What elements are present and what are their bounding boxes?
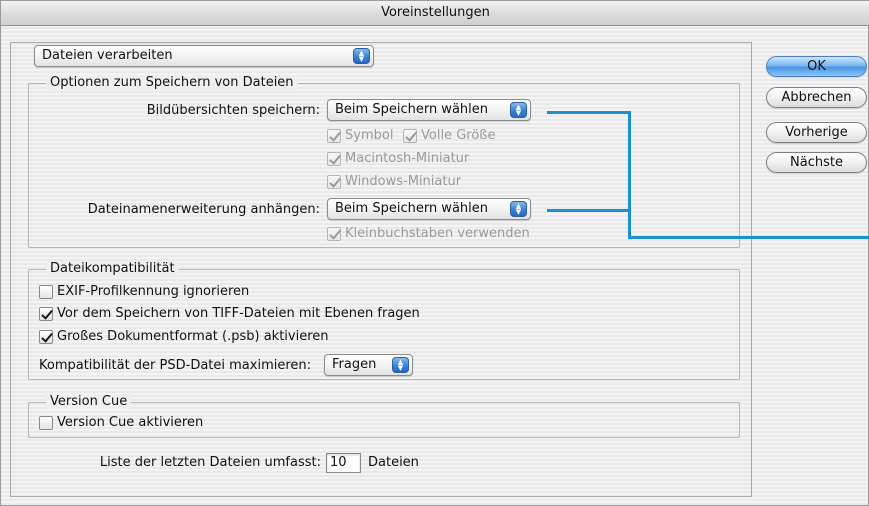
version-cue-title: Version Cue [46, 394, 132, 409]
psd-compat-label: Kompatibilität der PSD-Datei maximieren: [39, 358, 312, 373]
cancel-button[interactable]: Abbrechen [766, 87, 867, 108]
full-size-checkbox[interactable]: Volle Größe [403, 127, 495, 145]
window-titlebar[interactable]: Voreinstellungen [1, 1, 869, 26]
checkbox-box [327, 227, 341, 241]
callout-line-exit [628, 236, 869, 239]
callout-line-vertical [628, 111, 631, 239]
category-popup-value: Dateien verarbeiten [42, 48, 173, 63]
lowercase-checkbox[interactable]: Kleinbuchstaben verwenden [327, 225, 530, 243]
lowercase-label: Kleinbuchstaben verwenden [345, 226, 530, 241]
checkbox-box [39, 285, 53, 299]
callout-line-middle [547, 209, 630, 212]
extension-label: Dateinamenerweiterung anhängen: [87, 202, 320, 217]
extension-popup[interactable]: Beim Speichern wählen ▲ ▼ [327, 198, 531, 220]
checkbox-box [39, 330, 53, 344]
recent-files-input[interactable]: 10 [326, 453, 361, 473]
checkbox-box [39, 307, 53, 321]
extension-popup-value: Beim Speichern wählen [335, 201, 488, 216]
popup-arrows-icon: ▲ ▼ [510, 102, 527, 118]
tiff-label: Vor dem Speichern von TIFF-Dateien mit E… [57, 306, 420, 321]
checkbox-box [39, 416, 53, 430]
win-thumbnail-checkbox[interactable]: Windows-Miniatur [327, 173, 461, 191]
symbol-checkbox[interactable]: Symbol [327, 127, 393, 145]
psd-compat-popup-value: Fragen [332, 357, 377, 372]
save-options-title: Optionen zum Speichern von Dateien [46, 75, 298, 90]
exif-checkbox[interactable]: EXIF-Profilkennung ignorieren [39, 283, 249, 301]
mac-thumbnail-checkbox[interactable]: Macintosh-Miniatur [327, 150, 469, 168]
checkbox-box [327, 152, 341, 166]
version-cue-checkbox[interactable]: Version Cue aktivieren [39, 414, 203, 432]
callout-line-top [547, 111, 630, 114]
exif-label: EXIF-Profilkennung ignorieren [57, 284, 250, 299]
symbol-label: Symbol [345, 128, 394, 143]
recent-files-label: Liste der letzten Dateien umfasst: [99, 455, 321, 470]
psb-checkbox[interactable]: Großes Dokumentformat (.psb) aktivieren [39, 328, 329, 346]
full-size-label: Volle Größe [421, 128, 496, 143]
preview-popup-value: Beim Speichern wählen [335, 102, 488, 117]
popup-arrows-icon: ▲ ▼ [353, 48, 370, 64]
checkbox-box [403, 129, 417, 143]
popup-arrows-icon: ▲ ▼ [510, 201, 527, 217]
previous-button[interactable]: Vorherige [766, 122, 867, 143]
category-popup[interactable]: Dateien verarbeiten ▲ ▼ [34, 45, 374, 67]
mac-thumbnail-label: Macintosh-Miniatur [345, 151, 470, 166]
preview-label: Bildübersichten speichern: [146, 103, 320, 118]
preferences-window: Voreinstellungen Dateien verarbeiten ▲ ▼ … [0, 0, 869, 506]
checkbox-box [327, 175, 341, 189]
next-button[interactable]: Nächste [766, 152, 867, 173]
version-cue-label: Version Cue aktivieren [57, 415, 204, 430]
psd-compat-popup[interactable]: Fragen ▲ ▼ [324, 354, 413, 376]
popup-arrows-icon: ▲ ▼ [392, 357, 409, 373]
compatibility-title: Dateikompatibilität [46, 261, 179, 276]
preview-popup[interactable]: Beim Speichern wählen ▲ ▼ [327, 99, 531, 121]
checkbox-box [327, 129, 341, 143]
window-title: Voreinstellungen [381, 5, 490, 20]
recent-files-suffix: Dateien [368, 455, 419, 470]
tiff-checkbox[interactable]: Vor dem Speichern von TIFF-Dateien mit E… [39, 305, 420, 323]
recent-files-value: 10 [330, 455, 347, 470]
ok-button[interactable]: OK [766, 56, 867, 77]
win-thumbnail-label: Windows-Miniatur [345, 174, 462, 189]
psb-label: Großes Dokumentformat (.psb) aktivieren [57, 329, 329, 344]
